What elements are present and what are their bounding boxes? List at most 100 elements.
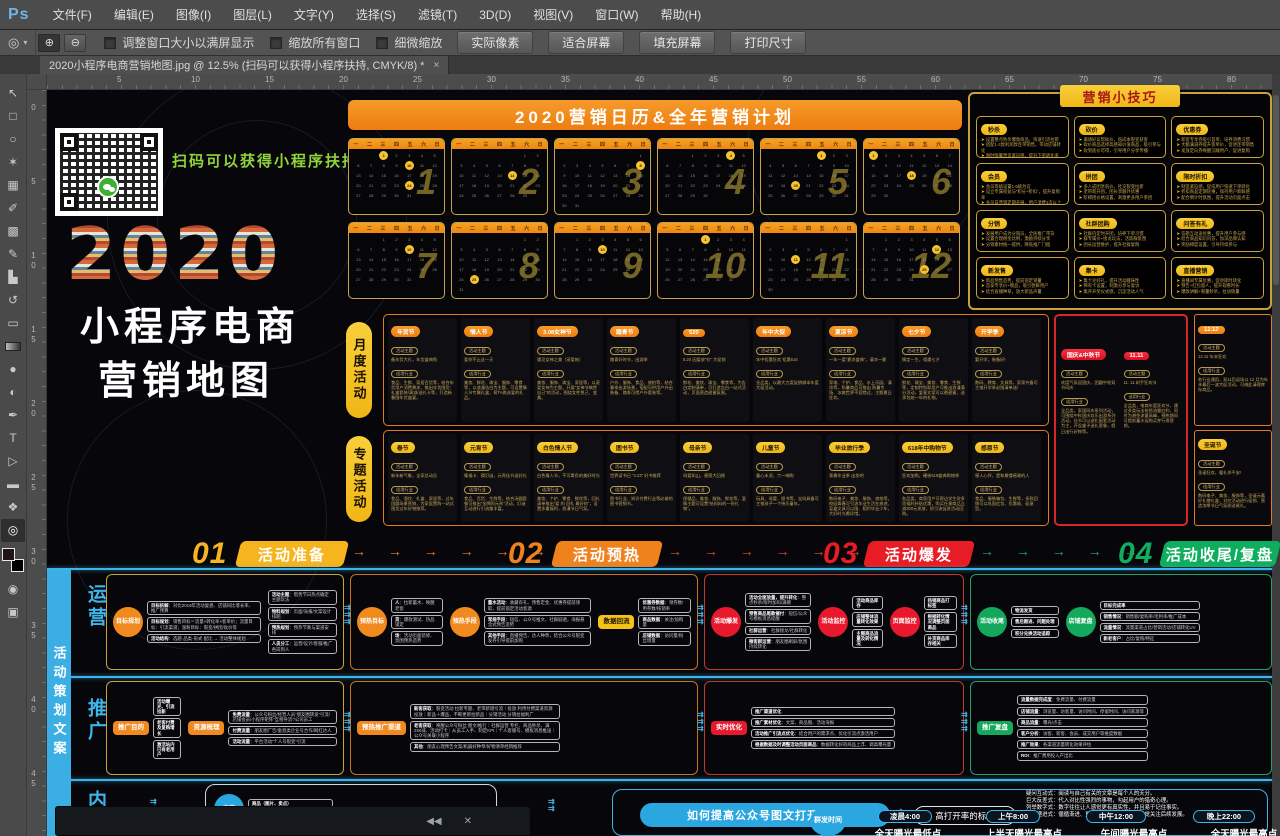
- quick-mask[interactable]: ◉: [1, 578, 25, 601]
- move-tool[interactable]: ↖: [1, 82, 25, 105]
- menu-item-帮助(H)[interactable]: 帮助(H): [650, 8, 713, 22]
- shape-tool[interactable]: ▬: [1, 473, 25, 496]
- type-tool[interactable]: T: [1, 427, 25, 450]
- month-weekday-header: 一二三四五六日: [761, 223, 856, 233]
- menu-item-3D(D)[interactable]: 3D(D): [468, 8, 522, 22]
- day-cell: 7: [558, 244, 571, 254]
- day-cell: 19: [661, 264, 674, 274]
- menu-item-窗口(W)[interactable]: 窗口(W): [584, 8, 649, 22]
- day-cell: 27: [943, 264, 956, 274]
- menu-item-文字(Y)[interactable]: 文字(Y): [283, 8, 345, 22]
- day-cell: 1: [377, 234, 390, 244]
- option-button-实际像素[interactable]: 实际像素: [457, 31, 533, 54]
- poster-title-line1: 小程序电商: [80, 296, 300, 352]
- menu-item-滤镜(T)[interactable]: 滤镜(T): [407, 8, 468, 22]
- color-swatches[interactable]: [2, 548, 24, 572]
- empty-cell: [661, 234, 674, 244]
- festival-label: 年中大促: [756, 326, 791, 337]
- day-cell: 9: [764, 254, 777, 264]
- option-button-打印尺寸[interactable]: 打印尺寸: [730, 31, 806, 54]
- festival-label: 踏青节: [610, 326, 639, 337]
- collapse-button[interactable]: ◀◀: [426, 816, 441, 827]
- blur-tool[interactable]: ●: [1, 358, 25, 381]
- path-select-tool[interactable]: ▷: [1, 450, 25, 473]
- empty-cell: [365, 150, 378, 160]
- month-weekday-header: 一二三四五六日: [349, 139, 444, 149]
- empty-cell: [455, 234, 468, 244]
- vertical-scrollbar[interactable]: [1273, 95, 1279, 285]
- lasso-tool[interactable]: ○: [1, 128, 25, 151]
- tip-label: 集卡: [1079, 265, 1105, 276]
- eyedropper-tool[interactable]: ✐: [1, 197, 25, 220]
- day-cell: 20: [634, 254, 647, 264]
- checkbox[interactable]: [376, 37, 388, 49]
- option-button-适合屏幕[interactable]: 适合屏幕: [548, 31, 624, 54]
- day-cell: 1: [519, 234, 532, 244]
- day-cell: 29: [634, 190, 647, 200]
- zoom-out-button[interactable]: ⊖: [64, 34, 86, 52]
- hand-tool[interactable]: ❖: [1, 496, 25, 519]
- day-cell: 9: [531, 160, 544, 170]
- day-cell: 19: [931, 254, 944, 264]
- day-cell: 8: [519, 244, 532, 254]
- empty-cell: [468, 234, 481, 244]
- day-cell: 11: [737, 244, 750, 254]
- crop-tool[interactable]: ▦: [1, 174, 25, 197]
- marquee-tool[interactable]: □: [1, 105, 25, 128]
- dodge-tool[interactable]: ◐: [1, 381, 25, 404]
- day-cell: 1: [840, 234, 853, 244]
- menu-item-视图(V)[interactable]: 视图(V): [522, 8, 584, 22]
- eraser-tool[interactable]: ▭: [1, 312, 25, 335]
- tip-card: 砍价➤ 邀请好友帮砍价，低成本裂变获客➤ 砍价商品选择高感知价值商品，吸引参与➤…: [1074, 116, 1167, 158]
- zoom-tool[interactable]: ◎: [1, 519, 25, 542]
- checkbox[interactable]: [270, 37, 282, 49]
- ruler-number: 10: [29, 251, 38, 271]
- option-button-填充屏幕[interactable]: 填充屏幕: [639, 31, 715, 54]
- day-cell: 15: [571, 254, 584, 264]
- healing-brush-tool[interactable]: ▩: [1, 220, 25, 243]
- day-cell: 22: [867, 180, 880, 190]
- day-cell: 18: [416, 254, 429, 264]
- month-weekday-header: 一二三四五六日: [864, 139, 959, 149]
- pen-tool[interactable]: ✒: [1, 404, 25, 427]
- clone-stamp-tool[interactable]: ▙: [1, 266, 25, 289]
- magic-wand-tool[interactable]: ✶: [1, 151, 25, 174]
- menu-item-选择(S)[interactable]: 选择(S): [345, 8, 407, 22]
- checkbox[interactable]: [104, 37, 116, 49]
- day-cell: 25: [583, 190, 596, 200]
- festival-card: 年中大促活动主题年中钜惠狂欢 钜惠616适用行业全品类，以最大力度促销做半年度大…: [753, 318, 822, 422]
- day-cell: 2: [880, 150, 893, 160]
- day-cell: 10: [598, 245, 607, 254]
- gradient-tool[interactable]: [5, 342, 21, 351]
- history-brush-tool[interactable]: ↺: [1, 289, 25, 312]
- brush-tool[interactable]: ✎: [1, 243, 25, 266]
- screen-mode[interactable]: ▣: [1, 601, 25, 624]
- tip-line: ➤ 分销素材统一提供，降低推广门槛: [981, 242, 1064, 247]
- day-cell: 11: [468, 170, 481, 180]
- document-tab[interactable]: 2020小程序电商营销地图.jpg @ 12.5% (扫码可以获得小程序扶持, …: [40, 56, 449, 74]
- foreground-color-swatch[interactable]: [2, 548, 15, 561]
- day-cell: 19: [428, 254, 441, 264]
- day-cell: 17: [571, 180, 584, 190]
- flow-items: 目标完成率销售情况：销售额/复购率/毛利率/推广成本流量情况：流量渠道占比/营销…: [1100, 601, 1200, 644]
- tab-close-icon[interactable]: ×: [433, 60, 439, 71]
- flow-item: 人员分工：运营/设计/客服/推广各岗到人: [268, 639, 337, 653]
- day-cell: 30: [712, 274, 725, 284]
- festival-card: 夏凉节活动主题一年一度“夏凉盛典”，清凉一夏适用行业家电、个护、食品、水上乐园、…: [826, 318, 895, 422]
- menu-item-图像(I)[interactable]: 图像(I): [165, 8, 222, 22]
- day-cell: 5: [480, 160, 493, 170]
- checkbox-label: 缩放所有窗口: [288, 34, 360, 51]
- flow-item: 活动全面放量，提升转化：整点秒杀/限时加码/满赠: [745, 593, 811, 607]
- menu-item-文件(F)[interactable]: 文件(F): [42, 8, 103, 22]
- menu-item-图层(L)[interactable]: 图层(L): [222, 8, 283, 22]
- day-cell: 6: [609, 160, 622, 170]
- day-cell: 13: [815, 254, 828, 264]
- zoom-in-button[interactable]: ⊕: [38, 34, 60, 52]
- day-cell: 25: [609, 264, 622, 274]
- empty-cell: [622, 150, 635, 160]
- menu-item-编辑(E)[interactable]: 编辑(E): [103, 8, 165, 22]
- close-button[interactable]: ✕: [464, 816, 472, 827]
- zoom-tool-chip[interactable]: ◎▾: [0, 30, 36, 56]
- festival-industry: 图书行业、知识付费行业等必做的图书营销节。: [610, 496, 673, 506]
- tip-label: 社群团购: [1079, 218, 1117, 229]
